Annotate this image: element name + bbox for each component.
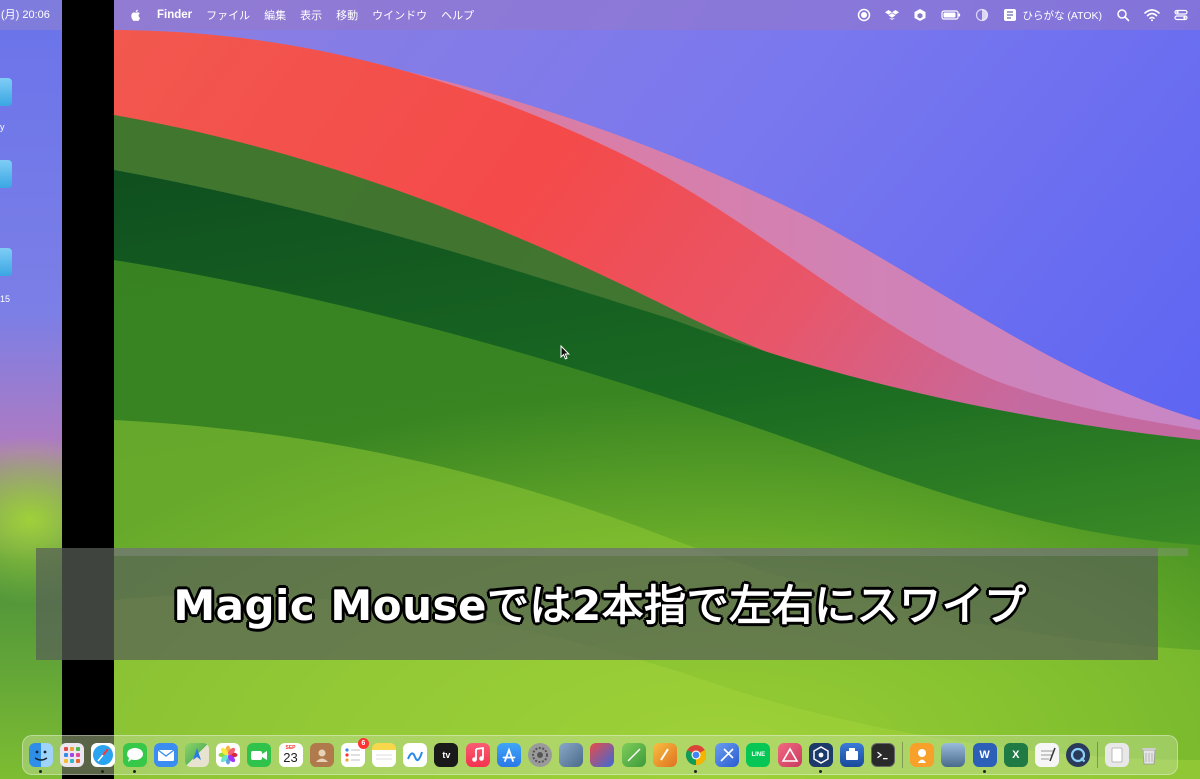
dock-affinity-icon[interactable] <box>777 743 802 767</box>
running-indicator <box>39 770 42 773</box>
menu-go[interactable]: 移動 <box>336 7 358 23</box>
mouse-pointer-icon <box>560 345 570 360</box>
desktop-folder-icon[interactable] <box>0 78 12 106</box>
dock-disk-app-icon[interactable] <box>839 743 864 767</box>
dock-calendar-icon[interactable]: SEP 23 <box>278 743 303 767</box>
dock-messages-icon[interactable] <box>122 743 147 773</box>
dock-quicktime-icon[interactable] <box>1066 743 1091 767</box>
desktop-folder-label: 15 <box>0 294 11 304</box>
dock-files-icon[interactable] <box>1105 743 1130 767</box>
dock-xcode-icon[interactable] <box>715 743 740 767</box>
input-method-label[interactable]: ひらがな (ATOK) <box>1022 8 1102 23</box>
dock-app-store-icon[interactable] <box>496 743 521 767</box>
sonoma-wallpaper <box>114 0 1200 779</box>
previous-space-menubar-clock: (月) 20:06 <box>0 0 62 30</box>
menu-file[interactable]: ファイル <box>206 7 250 23</box>
dock-facetime-icon[interactable] <box>247 743 272 767</box>
video-caption: Magic Mouseでは2本指で左右にスワイプ <box>173 581 1027 630</box>
dock-terminal-icon[interactable] <box>871 743 896 767</box>
dock-tv-icon[interactable]: tv <box>434 743 459 767</box>
dock-photos-icon[interactable] <box>216 743 241 767</box>
dock: SEP 23 6 tv LINE W X <box>22 735 1178 775</box>
running-indicator <box>693 770 697 773</box>
dock-mascot-app-icon[interactable] <box>910 743 935 767</box>
line-label: LINE <box>751 752 766 758</box>
desktop-folder-icon[interactable] <box>0 248 12 276</box>
wifi-icon[interactable] <box>1144 8 1160 22</box>
battery-icon[interactable] <box>941 8 961 22</box>
menu-help[interactable]: ヘルプ <box>441 7 474 23</box>
dropbox-icon[interactable] <box>885 8 900 22</box>
dock-freeform-icon[interactable] <box>403 743 428 767</box>
dock-finder-icon[interactable] <box>29 743 53 773</box>
spotlight-search-icon[interactable] <box>1116 8 1130 22</box>
dock-safari-icon[interactable] <box>91 743 116 773</box>
dock-pages-icon[interactable] <box>652 743 677 767</box>
caption-band-highlight <box>114 548 1188 556</box>
dock-screen-app-icon[interactable] <box>941 743 966 767</box>
dock-excel-icon[interactable]: X <box>1003 743 1028 767</box>
desktop-folder-label: y <box>0 122 5 132</box>
dock-separator <box>902 742 904 768</box>
dock-line-icon[interactable]: LINE <box>746 743 771 767</box>
reminders-badge: 6 <box>357 738 369 749</box>
dock-music-icon[interactable] <box>465 743 490 767</box>
dock-preview-icon[interactable] <box>559 743 584 767</box>
running-indicator <box>818 770 822 773</box>
display-brightness-icon[interactable] <box>975 8 989 22</box>
running-indicator <box>101 770 105 773</box>
menu-app-finder[interactable]: Finder <box>157 9 192 21</box>
desktop-folder-icon[interactable] <box>0 160 12 188</box>
dock-maps-icon[interactable] <box>184 743 209 767</box>
calendar-day: 23 <box>283 750 298 765</box>
dock-photo-booth-icon[interactable] <box>590 743 615 767</box>
previous-desktop-space: (月) 20:06 y 15 <box>0 0 62 779</box>
dock-trash-icon[interactable] <box>1137 743 1161 767</box>
space-transition-gap <box>62 0 114 779</box>
dock-launchpad-icon[interactable] <box>60 743 85 767</box>
input-method-icon[interactable] <box>1003 8 1017 22</box>
desktop[interactable] <box>114 0 1200 779</box>
dock-chrome-icon[interactable] <box>684 743 708 773</box>
dock-word-icon[interactable]: W <box>972 743 997 773</box>
dock-separator <box>1097 742 1099 768</box>
running-indicator <box>982 770 986 773</box>
running-indicator <box>132 770 136 773</box>
dock-system-settings-icon[interactable] <box>528 743 552 767</box>
dock-textedit-icon[interactable] <box>1035 743 1059 767</box>
record-icon[interactable] <box>857 8 871 22</box>
dock-numbers-icon[interactable] <box>621 743 646 767</box>
tv-label: tv <box>442 750 451 760</box>
dock-blue-cube-icon[interactable] <box>808 743 833 773</box>
dock-reminders-icon[interactable]: 6 <box>340 738 369 767</box>
menu-bar: Finder ファイル 編集 表示 移動 ウインドウ ヘルプ ひらがな (ATO… <box>114 0 1200 30</box>
excel-label: X <box>1012 749 1020 761</box>
control-center-icon[interactable] <box>1174 8 1188 22</box>
menu-window[interactable]: ウインドウ <box>372 7 427 23</box>
apple-logo-icon[interactable] <box>129 8 143 22</box>
dock-mail-icon[interactable] <box>153 743 178 767</box>
dock-contacts-icon[interactable] <box>309 743 334 767</box>
menu-edit[interactable]: 編集 <box>264 7 286 23</box>
cube-status-icon[interactable] <box>913 8 927 22</box>
dock-notes-icon[interactable] <box>372 743 397 767</box>
menu-view[interactable]: 表示 <box>300 7 322 23</box>
word-label: W <box>979 749 990 761</box>
